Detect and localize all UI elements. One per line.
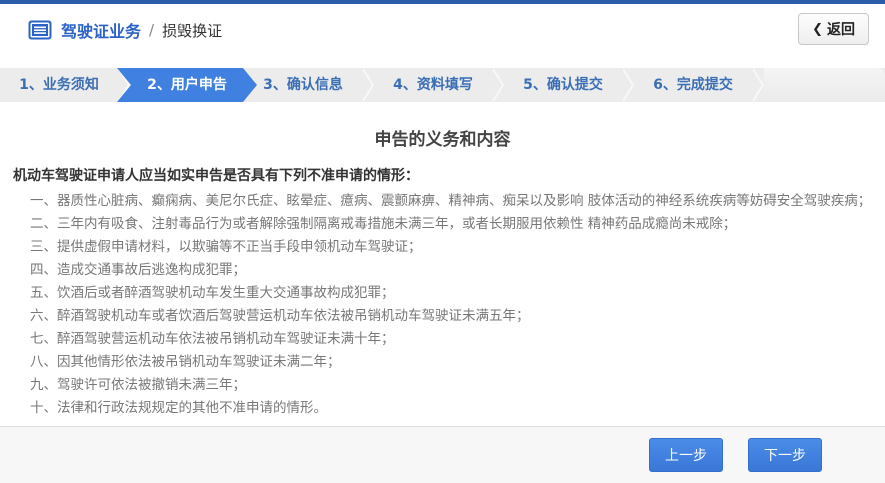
list-item: 三、提供虚假申请材料，以欺骗等不正当手段申领机动车驾驶证； (30, 236, 885, 259)
step-separator-icon (492, 68, 504, 102)
list-item: 六、醉酒驾驶机动车或者饮酒后驾驶营运机动车依法被吊销机动车驾驶证未满五年； (30, 305, 885, 328)
step-separator-icon (752, 68, 764, 102)
license-card-icon (28, 20, 52, 40)
back-arrow-icon: ❮ (812, 22, 823, 37)
footer: 上一步 下一步 (0, 426, 885, 483)
step-separator-icon (362, 68, 374, 102)
page-title: 申告的义务和内容 (0, 125, 885, 150)
list-item: 二、三年内有吸食、注射毒品行为或者解除强制隔离戒毒措施未满三年，或者长期服用依赖… (30, 213, 885, 236)
list-item: 五、饮酒后或者醉酒驾驶机动车发生重大交通事故构成犯罪； (30, 282, 885, 305)
declaration-list: 一、器质性心脏病、癫痫病、美尼尔氏症、眩晕症、癔病、震颤麻痹、精神病、痴呆以及影… (0, 190, 885, 420)
back-button[interactable]: ❮ 返回 (798, 13, 869, 45)
list-item: 七、醉酒驾驶营运机动车依法被吊销机动车驾驶证未满十年； (30, 328, 885, 351)
list-item: 四、造成交通事故后逃逸构成犯罪； (30, 259, 885, 282)
list-item: 一、器质性心脏病、癫痫病、美尼尔氏症、眩晕症、癔病、震颤麻痹、精神病、痴呆以及影… (30, 190, 885, 213)
breadcrumb-current: 损毁换证 (162, 20, 222, 41)
list-item: 八、因其他情形依法被吊销机动车驾驶证未满二年； (30, 351, 885, 374)
list-item: 十、法律和行政法规规定的其他不准申请的情形。 (30, 397, 885, 420)
list-item: 九、驾驶许可依法被撤销未满三年； (30, 374, 885, 397)
header: 驾驶证业务 / 损毁换证 ❮ 返回 (0, 4, 885, 56)
next-step-button[interactable]: 下一步 (748, 438, 822, 472)
step-5-confirm-submit[interactable]: 5、确认提交 (504, 68, 622, 102)
stepbar-tail (764, 68, 885, 102)
step-4-fill-data[interactable]: 4、资料填写 (374, 68, 492, 102)
declaration-intro: 机动车驾驶证申请人应当如实申告是否具有下列不准申请的情形： (13, 165, 885, 185)
step-separator-icon (622, 68, 634, 102)
step-1-business-notice[interactable]: 1、业务须知 (0, 68, 118, 102)
step-3-confirm-info[interactable]: 3、确认信息 (244, 68, 362, 102)
page: 驾驶证业务 / 损毁换证 ❮ 返回 1、业务须知 2、用户申告 3、确认信息 4… (0, 0, 885, 483)
declaration-content: 申告的义务和内容 机动车驾驶证申请人应当如实申告是否具有下列不准申请的情形： 一… (0, 125, 885, 455)
breadcrumb-section[interactable]: 驾驶证业务 (61, 18, 141, 42)
step-indicator: 1、业务须知 2、用户申告 3、确认信息 4、资料填写 5、确认提交 6、完成提… (0, 68, 885, 102)
step-6-complete-submit[interactable]: 6、完成提交 (634, 68, 752, 102)
step-2-user-declaration[interactable]: 2、用户申告 (117, 68, 257, 102)
previous-step-button[interactable]: 上一步 (649, 438, 723, 472)
breadcrumb-separator: / (149, 21, 154, 39)
back-button-label: 返回 (827, 19, 855, 39)
